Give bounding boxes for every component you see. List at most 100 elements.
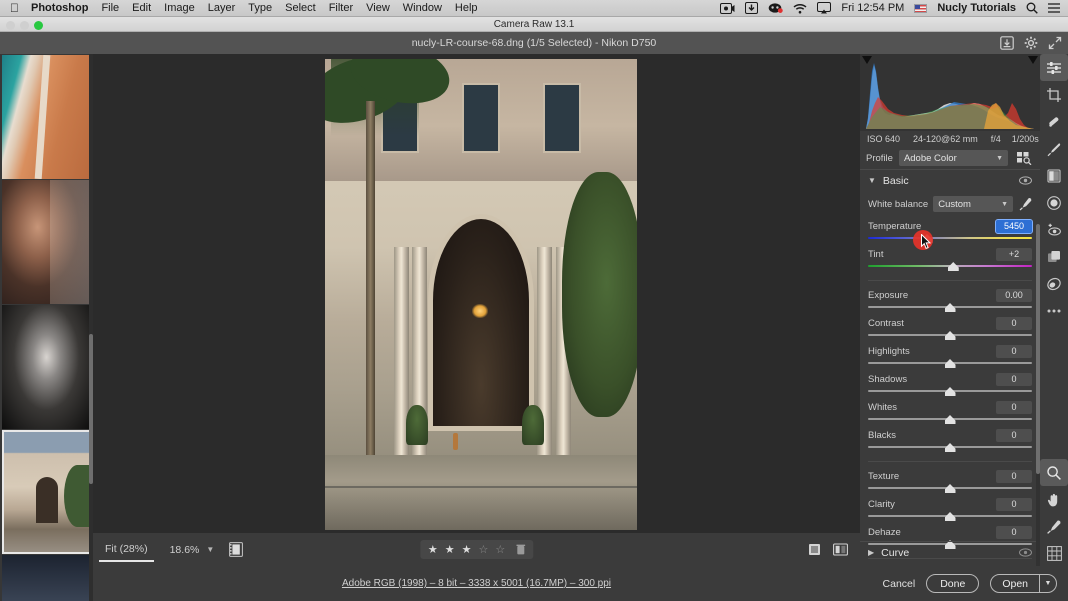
search-icon[interactable] — [1026, 2, 1038, 14]
airplay-icon[interactable] — [817, 2, 832, 14]
contrast-value-field[interactable]: 0 — [996, 316, 1032, 330]
profile-browser-icon[interactable] — [1014, 150, 1034, 166]
slider-track[interactable] — [868, 303, 1032, 312]
temperature-value-field[interactable]: 5450 — [995, 218, 1033, 234]
zoom-level-value[interactable]: 18.6% — [160, 544, 204, 556]
star-icon[interactable]: ★ — [445, 543, 455, 556]
trash-icon[interactable] — [516, 544, 526, 555]
us-flag-icon[interactable] — [914, 3, 928, 13]
thumb-aerial-beach[interactable] — [2, 55, 91, 179]
snapshots-tool[interactable] — [1040, 243, 1068, 270]
control-center-icon[interactable] — [1048, 3, 1060, 13]
thumb-portrait-bw[interactable] — [2, 305, 91, 429]
curve-section-header[interactable]: ▶ Curve — [860, 541, 1040, 563]
thumb-building-facade[interactable] — [2, 430, 91, 554]
save-image-icon[interactable] — [999, 36, 1014, 51]
before-after-split-icon[interactable] — [833, 542, 848, 557]
slider-clarity[interactable]: Clarity 0 — [868, 497, 1032, 521]
screen-record-icon[interactable] — [720, 2, 735, 14]
discord-icon[interactable] — [768, 2, 784, 14]
basic-section-header[interactable]: ▼ Basic — [860, 169, 1040, 191]
close-button[interactable] — [6, 20, 15, 30]
chevron-down-icon[interactable]: ▼ — [868, 176, 876, 185]
preferences-gear-icon[interactable] — [1023, 36, 1038, 51]
slider-blacks[interactable]: Blacks 0 — [868, 428, 1032, 452]
slider-track[interactable] — [868, 484, 1032, 493]
slider-knob[interactable] — [944, 303, 956, 312]
slider-track[interactable] — [868, 359, 1032, 368]
slider-knob[interactable] — [944, 415, 956, 424]
filmstrip-panel[interactable] — [0, 54, 93, 601]
image-canvas[interactable] — [93, 54, 860, 533]
workflow-options-link[interactable]: Adobe RGB (1998) – 8 bit – 3338 x 5001 (… — [342, 578, 611, 589]
thumb-landscape-dusk[interactable] — [2, 555, 91, 601]
visibility-eye-icon[interactable] — [1019, 176, 1032, 185]
minimize-button[interactable] — [20, 20, 29, 30]
star-icon[interactable]: ☆ — [478, 543, 488, 556]
menu-item-select[interactable]: Select — [285, 2, 316, 14]
star-icon[interactable]: ☆ — [495, 543, 505, 556]
chevron-down-icon[interactable]: ▼ — [1039, 575, 1056, 592]
slider-exposure[interactable]: Exposure 0.00 — [868, 288, 1032, 312]
slider-knob[interactable] — [944, 512, 956, 521]
star-icon[interactable]: ★ — [428, 543, 438, 556]
slider-track[interactable] — [868, 262, 1032, 271]
shadows-value-field[interactable]: 0 — [996, 372, 1032, 386]
fullscreen-icon[interactable] — [1047, 36, 1062, 51]
slider-track[interactable] — [868, 387, 1032, 396]
edit-sliders-tool[interactable] — [1040, 54, 1068, 81]
whites-value-field[interactable]: 0 — [996, 400, 1032, 414]
rating-stars[interactable]: ★ ★ ★ ☆ ☆ — [419, 540, 534, 559]
slider-track[interactable] — [868, 415, 1032, 424]
menu-item-file[interactable]: File — [101, 2, 119, 14]
chevron-down-icon[interactable]: ▼ — [203, 545, 222, 554]
clarity-value-field[interactable]: 0 — [996, 497, 1032, 511]
graduated-filter-tool[interactable] — [1040, 162, 1068, 189]
slider-knob[interactable] — [947, 262, 959, 271]
highlights-value-field[interactable]: 0 — [996, 344, 1032, 358]
menu-item-type[interactable]: Type — [248, 2, 272, 14]
menu-item-image[interactable]: Image — [164, 2, 195, 14]
more-options-tool[interactable] — [1040, 297, 1068, 324]
slider-highlights[interactable]: Highlights 0 — [868, 344, 1032, 368]
apple-icon[interactable]:  — [10, 2, 19, 14]
menu-bar-clock[interactable]: Fri 12:54 PM — [841, 2, 904, 14]
red-eye-tool[interactable] — [1040, 216, 1068, 243]
slider-knob[interactable] — [944, 484, 956, 493]
preview-image[interactable] — [325, 59, 637, 530]
download-icon[interactable] — [745, 2, 759, 14]
cancel-button[interactable]: Cancel — [883, 578, 916, 590]
slider-knob[interactable] — [944, 387, 956, 396]
slider-track[interactable] — [868, 331, 1032, 340]
slider-track[interactable] — [868, 443, 1032, 452]
slider-contrast[interactable]: Contrast 0 — [868, 316, 1032, 340]
menu-bar-user-name[interactable]: Nucly Tutorials — [937, 2, 1016, 14]
dehaze-value-field[interactable]: 0 — [996, 525, 1032, 539]
slider-shadows[interactable]: Shadows 0 — [868, 372, 1032, 396]
slider-whites[interactable]: Whites 0 — [868, 400, 1032, 424]
zoom-button[interactable] — [34, 20, 43, 30]
presets-tool[interactable] — [1040, 270, 1068, 297]
open-button[interactable]: Open — [991, 575, 1039, 592]
histogram-panel[interactable] — [860, 54, 1040, 131]
slider-knob[interactable] — [944, 359, 956, 368]
visibility-eye-icon[interactable] — [1019, 548, 1032, 557]
filmstrip-toggle-icon[interactable] — [228, 542, 244, 558]
star-icon[interactable]: ★ — [462, 543, 472, 556]
tint-value-field[interactable]: +2 — [996, 247, 1032, 261]
adjustment-brush-tool[interactable] — [1040, 135, 1068, 162]
slider-track[interactable] — [868, 512, 1032, 521]
zoom-fit-button[interactable]: Fit (28%) — [93, 538, 160, 562]
done-button[interactable]: Done — [926, 574, 980, 593]
slider-texture[interactable]: Texture 0 — [868, 469, 1032, 493]
zoom-tool[interactable] — [1040, 459, 1068, 486]
menu-item-edit[interactable]: Edit — [132, 2, 151, 14]
menu-item-help[interactable]: Help — [455, 2, 478, 14]
crop-tool[interactable] — [1040, 81, 1068, 108]
menu-item-photoshop[interactable]: Photoshop — [31, 2, 88, 14]
white-balance-select[interactable]: Custom ▼ — [933, 196, 1013, 212]
menu-item-filter[interactable]: Filter — [329, 2, 353, 14]
color-sampler-tool[interactable] — [1040, 513, 1068, 540]
texture-value-field[interactable]: 0 — [996, 469, 1032, 483]
thumb-portrait-veil[interactable] — [2, 180, 91, 304]
